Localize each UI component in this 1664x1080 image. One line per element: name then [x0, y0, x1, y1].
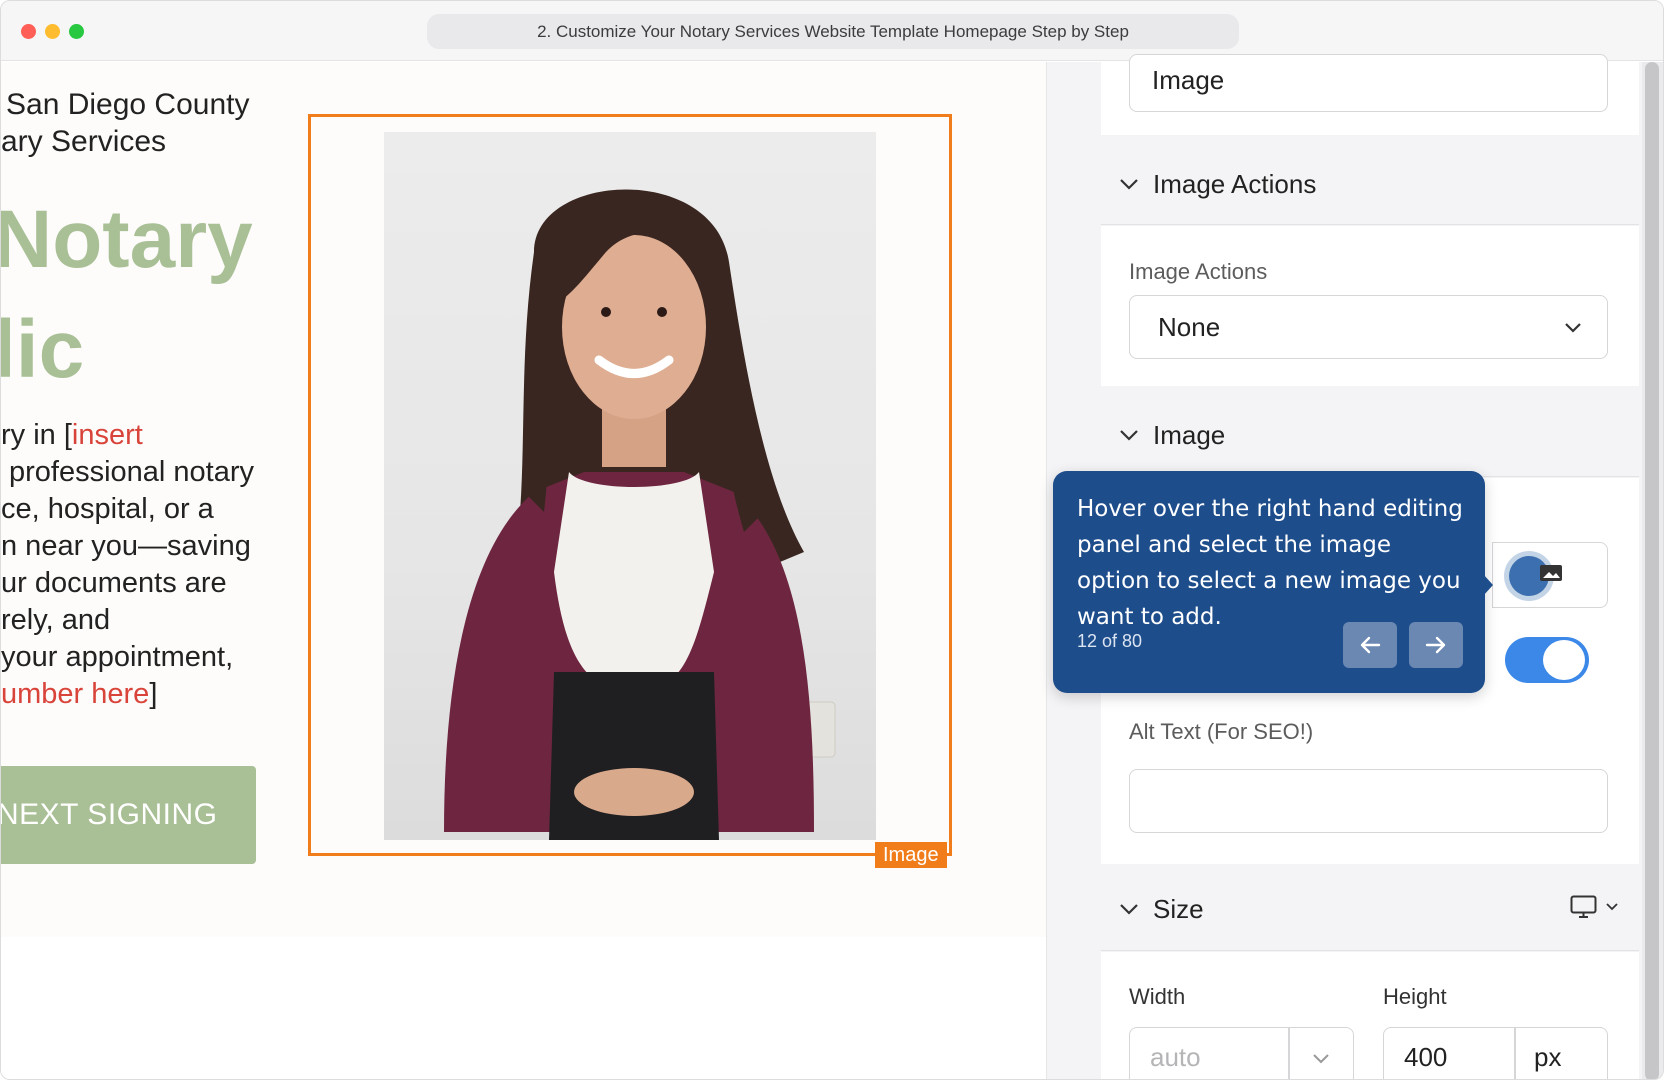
para-placeholder-number: umber here [1, 678, 150, 710]
panel-scrollbar-thumb[interactable] [1645, 62, 1659, 1079]
chevron-down-icon[interactable] [1118, 173, 1140, 195]
toggle-knob [1543, 640, 1585, 680]
hero-paragraph[interactable]: ry in [insert professional notary ce, ho… [1, 417, 254, 713]
chevron-down-icon[interactable] [1118, 424, 1140, 446]
chevron-down-icon[interactable] [1312, 1052, 1330, 1066]
tooltip-step-counter: 12 of 80 [1077, 631, 1143, 651]
minimize-window-button[interactable] [45, 24, 60, 39]
maximize-window-button[interactable] [69, 24, 84, 39]
image-icon [1540, 565, 1562, 581]
height-input[interactable]: 400 px [1383, 1027, 1608, 1079]
tooltip-next-button[interactable] [1409, 622, 1463, 668]
size-header-label: Size [1153, 894, 1204, 924]
chevron-down-icon[interactable] [1118, 898, 1140, 920]
hero-subtitle-line2[interactable]: ary Services [1, 123, 166, 160]
hero-heading-line2[interactable]: lic [1, 302, 84, 398]
image-header-label: Image [1153, 420, 1226, 450]
para-line2: professional notary [9, 456, 255, 488]
tooltip-prev-button[interactable] [1343, 622, 1397, 668]
alt-text-input[interactable] [1129, 769, 1608, 833]
para-line8b: ] [149, 678, 158, 710]
hero-heading-line1[interactable]: Notary [1, 192, 253, 288]
tutorial-tooltip: Hover over the right hand editing panel … [1053, 471, 1485, 693]
window-title: 2. Customize Your Notary Services Websit… [427, 14, 1239, 49]
image-picker-button[interactable] [1492, 542, 1608, 608]
height-unit[interactable]: px [1534, 1042, 1561, 1073]
para-line3: ce, hospital, or a [1, 493, 214, 525]
browser-window: 2. Customize Your Notary Services Websit… [0, 0, 1664, 1080]
image-actions-value: None [1158, 312, 1221, 342]
tooltip-text: Hover over the right hand editing panel … [1077, 496, 1463, 630]
title-bar: 2. Customize Your Notary Services Websit… [1, 1, 1663, 61]
para-line5: ur documents are [1, 567, 227, 599]
book-signing-button[interactable]: NEXT SIGNING [1, 766, 256, 864]
chevron-down-icon [1565, 323, 1581, 333]
portrait-illustration [444, 189, 836, 840]
para-line7: your appointment, [1, 641, 234, 673]
para-line6: rely, and [1, 604, 111, 636]
image-actions-select[interactable]: None [1129, 295, 1608, 359]
height-divider [1514, 1028, 1516, 1079]
alt-text-label: Alt Text (For SEO!) [1129, 719, 1314, 744]
tooltip-pointer [1483, 574, 1493, 596]
width-divider [1288, 1028, 1290, 1079]
image-actions-label: Image Actions [1129, 259, 1268, 284]
hero-subtitle-line1[interactable]: San Diego County [6, 86, 250, 123]
chevron-down-icon[interactable] [1605, 901, 1619, 913]
portrait-photo[interactable] [384, 132, 876, 840]
para-line1a: ry in [ [1, 419, 72, 451]
para-line4: n near you—saving [1, 530, 251, 562]
close-window-button[interactable] [21, 24, 36, 39]
arrow-right-icon [1425, 636, 1446, 654]
arrow-left-icon [1360, 636, 1381, 654]
canvas-lower-section [1, 937, 1046, 1079]
desktop-icon[interactable] [1570, 895, 1598, 919]
height-value: 400 [1404, 1042, 1448, 1072]
width-input[interactable]: auto [1129, 1027, 1354, 1079]
image-actions-header-label: Image Actions [1153, 169, 1317, 199]
para-placeholder-insert: insert [71, 419, 143, 451]
element-type-field[interactable]: Image [1129, 54, 1608, 112]
height-label: Height [1383, 984, 1447, 1009]
page-canvas[interactable]: San Diego County ary Services Notary lic… [1, 62, 1046, 1079]
width-placeholder: auto [1150, 1042, 1201, 1072]
width-label: Width [1129, 984, 1186, 1009]
image-element-tag: Image [875, 842, 947, 868]
